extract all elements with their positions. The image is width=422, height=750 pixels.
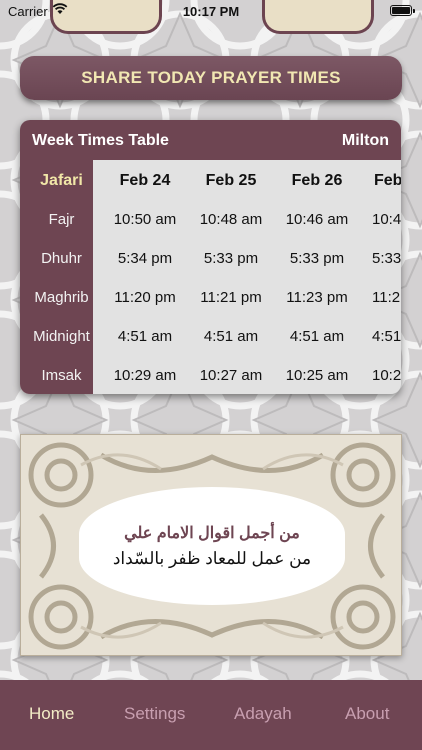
row-label-column xyxy=(20,160,93,394)
tab-settings[interactable]: Settings xyxy=(124,704,185,724)
time-cell: 10:29 am xyxy=(113,367,177,384)
table-title: Week Times Table xyxy=(32,132,169,149)
quote-background xyxy=(79,487,345,605)
time-cell: 11:2 xyxy=(372,289,401,306)
time-cell: 5:33 pm xyxy=(289,250,345,267)
row-label-imsak: Imsak xyxy=(41,367,82,384)
date-header: Feb 26 xyxy=(291,172,343,189)
time-cell: 10:48 am xyxy=(199,211,263,228)
time-cell: 10:2 xyxy=(372,367,401,384)
city-label: Milton xyxy=(341,132,389,149)
time-cell: 11:21 pm xyxy=(200,289,262,306)
share-button-label: SHARE TODAY PRAYER TIMES xyxy=(81,68,341,87)
quote-card: من أجمل اقوال الامام علي من عمل للمعاد ظ… xyxy=(20,434,402,656)
row-label-maghrib: Maghrib xyxy=(34,289,89,306)
time-cell: 10:46 am xyxy=(285,211,349,228)
week-times-table[interactable]: Week Times Table Milton Jafari Fajr Dhuh… xyxy=(20,120,401,394)
time-cell: 5:33 xyxy=(372,250,401,267)
date-header: Feb 25 xyxy=(205,172,257,189)
time-cell: 4:51 xyxy=(372,328,401,345)
time-cell: 10:27 am xyxy=(199,367,263,384)
quote-title: من أجمل اقوال الامام علي xyxy=(124,525,300,542)
time-cell: 5:33 pm xyxy=(203,250,259,267)
row-label-dhuhr: Dhuhr xyxy=(41,250,82,267)
time-cell: 10:4 xyxy=(372,211,401,228)
status-bar: Carrier 10:17 PM xyxy=(0,0,422,24)
time-cell: 4:51 am xyxy=(203,328,259,345)
time-cell: 4:51 am xyxy=(289,328,345,345)
school-label: Jafari xyxy=(40,172,83,189)
tab-about[interactable]: About xyxy=(345,704,389,724)
tab-bar: Home Settings Adayah About xyxy=(0,680,422,750)
table-header: Week Times Table Milton xyxy=(20,120,401,160)
row-label-midnight: Midnight xyxy=(33,328,90,345)
time-cell: 11:20 pm xyxy=(114,289,176,306)
status-time: 10:17 PM xyxy=(182,4,240,19)
quote-text: من عمل للمعاد ظفر بالسّداد xyxy=(112,549,312,568)
time-cell: 5:34 pm xyxy=(117,250,173,267)
battery-icon xyxy=(390,5,415,16)
tab-adayah[interactable]: Adayah xyxy=(234,704,292,724)
time-cell: 11:23 pm xyxy=(286,289,348,306)
date-header: Feb xyxy=(374,172,401,189)
row-label-fajr: Fajr xyxy=(48,211,75,228)
date-header: Feb 24 xyxy=(119,172,171,189)
time-cell: 10:50 am xyxy=(113,211,177,228)
time-cell: 4:51 am xyxy=(117,328,173,345)
tab-home[interactable]: Home xyxy=(29,704,74,724)
share-prayer-times-button[interactable]: SHARE TODAY PRAYER TIMES xyxy=(20,56,402,100)
time-cell: 10:25 am xyxy=(285,367,349,384)
